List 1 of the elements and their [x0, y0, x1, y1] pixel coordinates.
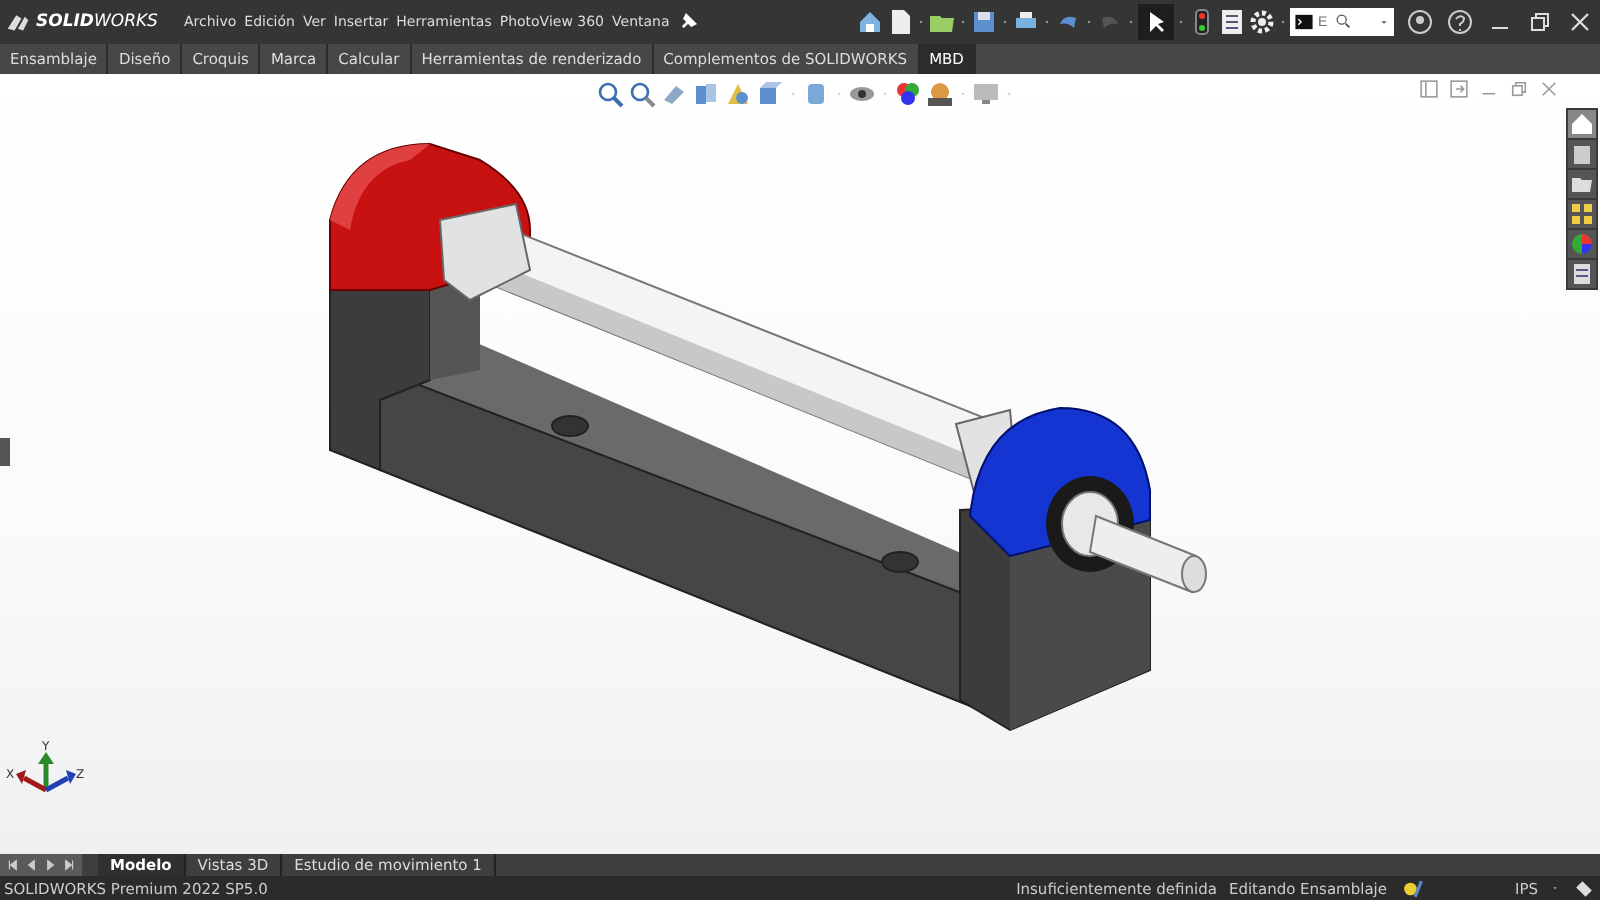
app-logo: SOLIDWORKS	[36, 12, 158, 32]
